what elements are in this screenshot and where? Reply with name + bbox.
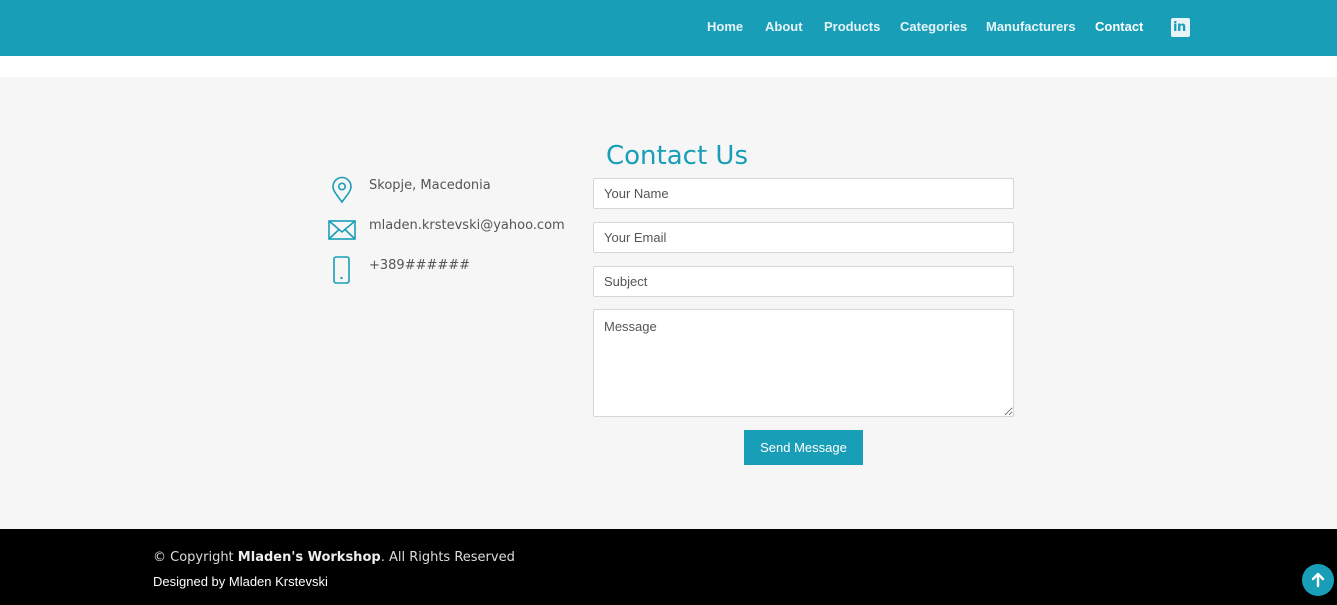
top-navbar: Home About Products Categories Manufactu…: [0, 0, 1337, 56]
brand-name: Mladen's Workshop: [237, 550, 381, 565]
copyright-suffix: . All Rights Reserved: [380, 550, 515, 565]
linkedin-icon[interactable]: in: [1171, 18, 1190, 37]
phone-text: +389######: [369, 258, 471, 273]
subject-field[interactable]: [593, 266, 1014, 297]
copyright-text: © Copyright Mladen's Workshop. All Right…: [153, 550, 515, 566]
email-info: mladen.krstevski@yahoo.com: [328, 215, 578, 245]
nav-contact-link[interactable]: Contact: [1095, 19, 1143, 35]
address-info: Skopje, Macedonia: [328, 175, 578, 205]
arrow-up-icon: [1311, 572, 1325, 588]
nav-manufacturers-link[interactable]: Manufacturers: [986, 19, 1076, 35]
phone-info: +389######: [328, 255, 578, 285]
nav-categories-link[interactable]: Categories: [900, 19, 967, 35]
email-text[interactable]: mladen.krstevski@yahoo.com: [369, 218, 565, 234]
message-field[interactable]: [593, 309, 1014, 417]
copyright-prefix: © Copyright: [153, 550, 234, 565]
contact-section: Contact Us Skopje, Macedonia mladen.krst…: [0, 77, 1337, 529]
nav-about-link[interactable]: About: [765, 19, 803, 35]
back-to-top-button[interactable]: [1302, 564, 1334, 596]
designed-by-text: Designed by Mladen Krstevski: [153, 574, 328, 589]
linkedin-icon-text: in: [1173, 20, 1186, 35]
map-pin-icon: [332, 176, 352, 204]
send-message-button[interactable]: Send Message: [744, 430, 863, 465]
phone-icon: [333, 256, 350, 284]
nav-products-link[interactable]: Products: [824, 19, 880, 35]
footer: © Copyright Mladen's Workshop. All Right…: [0, 529, 1337, 605]
main-nav: Home About Products Categories Manufactu…: [0, 0, 1337, 56]
email-field[interactable]: [593, 222, 1014, 253]
envelope-icon: [328, 220, 356, 240]
address-text: Skopje, Macedonia: [369, 178, 491, 193]
nav-home-link[interactable]: Home: [707, 19, 743, 35]
name-field[interactable]: [593, 178, 1014, 209]
page-title: Contact Us: [606, 141, 748, 171]
